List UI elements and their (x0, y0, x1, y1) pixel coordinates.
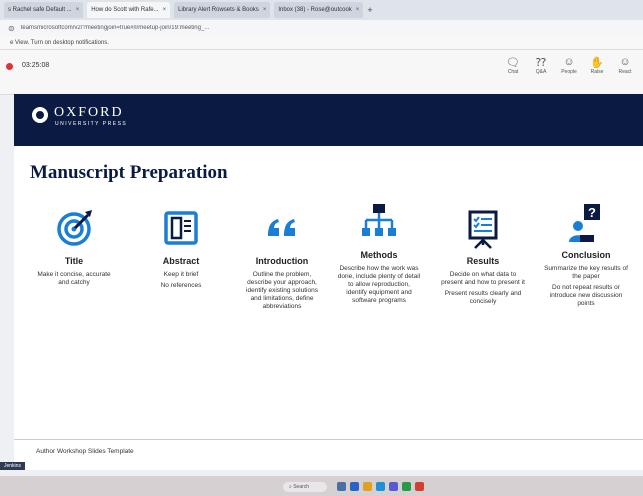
lock-icon: ⊜ (8, 23, 15, 33)
column-body-secondary: Present results clearly and concisely (444, 290, 522, 305)
tool-label: Chat (507, 69, 519, 75)
chat-button[interactable]: 🗨 Chat (499, 56, 527, 75)
tab-label: s Rachel safe Default ... (8, 7, 72, 13)
qa-icon: ⁇ (535, 57, 547, 69)
chrome-icon[interactable] (415, 482, 424, 491)
slide-header-band: OXFORD UNIVERSITY PRESS (14, 94, 643, 146)
os-taskbar: ⌕ Search (0, 476, 643, 496)
column-introduction: Introduction Outline the problem, descri… (232, 208, 332, 311)
app-icon[interactable] (402, 482, 411, 491)
react-button[interactable]: ☺ React (611, 56, 639, 75)
address-bar[interactable]: ⊜ teamsmicrosoftcom/v2/?meetingjoin=true… (0, 20, 643, 36)
column-heading: Abstract (162, 256, 200, 266)
column-conclusion: ? Conclusion Summarize the key results o… (536, 202, 636, 308)
slide-footer-divider (14, 439, 643, 440)
tab-label: Library Alert Rowsets & Books (178, 7, 259, 13)
column-methods: Methods Describe how the work was done, … (329, 202, 429, 305)
folder-icon[interactable] (363, 482, 372, 491)
column-heading: Results (466, 256, 500, 266)
browser-tab-bar: s Rachel safe Default ... × How do Scott … (0, 0, 643, 20)
tool-label: Q&A (535, 69, 547, 75)
slide-footer: Author Workshop Slides Template (36, 448, 134, 455)
people-icon: ☺ (563, 56, 575, 68)
participant-name-tag: Jenkins (0, 462, 25, 470)
column-results: Results Decide on what data to present a… (433, 208, 533, 306)
browser-tab[interactable]: s Rachel safe Default ... × (4, 2, 84, 18)
column-body: Keep it brief (163, 271, 199, 278)
chat-icon: 🗨 (506, 57, 520, 69)
column-title: Title Make it concise, accurate and catc… (24, 208, 124, 287)
presentation-icon (433, 208, 533, 252)
tab-label: Inbox (38) - Rose@outcook (278, 7, 352, 13)
column-body-secondary: Do not repeat results or introduce new d… (549, 284, 623, 307)
recording-icon (6, 63, 13, 70)
column-body: Describe how the work was done, include … (337, 265, 421, 304)
column-abstract: Abstract Keep it brief No references (131, 208, 231, 290)
logo-main-text: OXFORD (54, 105, 124, 120)
browser-tab-active[interactable]: How do Scott with Rafe... × (87, 2, 171, 18)
close-icon[interactable]: × (356, 7, 360, 13)
tool-label: React (618, 69, 632, 75)
qa-button[interactable]: ⁇ Q&A (527, 56, 555, 75)
meeting-timer: 03:25:08 (22, 62, 50, 69)
logo-sub-text: UNIVERSITY PRESS (55, 121, 128, 127)
taskbar-search-label: Search (293, 484, 310, 490)
column-body: Make it concise, accurate and catchy (37, 271, 111, 286)
svg-text:?: ? (588, 205, 596, 220)
column-body: Outline the problem, describe your appro… (246, 271, 318, 310)
target-icon (24, 208, 124, 252)
browser-tab[interactable]: Library Alert Rowsets & Books × (174, 2, 271, 18)
close-icon[interactable]: × (263, 7, 267, 13)
shared-slide: OXFORD UNIVERSITY PRESS Manuscript Prepa… (14, 94, 643, 470)
react-icon: ☺ (619, 56, 631, 68)
edge-icon[interactable] (376, 482, 385, 491)
raise-hand-icon: ✋ (590, 57, 604, 69)
close-icon[interactable]: × (163, 7, 167, 13)
column-heading: Methods (360, 250, 398, 260)
column-body: Decide on what data to present and how t… (441, 271, 525, 286)
notification-text: e View. Turn on desktop notifications. (10, 39, 109, 46)
question-person-icon: ? (536, 202, 636, 246)
taskbar-search[interactable]: ⌕ Search (283, 482, 327, 492)
app-icon[interactable] (337, 482, 346, 491)
tab-label: How do Scott with Rafe... (91, 7, 159, 13)
tool-label: People (561, 69, 577, 75)
meeting-screen: s Rachel safe Default ... × How do Scott … (0, 0, 643, 496)
quote-icon (232, 208, 332, 252)
notification-bar: e View. Turn on desktop notifications. (0, 36, 643, 50)
new-tab-icon[interactable]: + (367, 5, 372, 15)
column-heading: Title (64, 256, 84, 266)
teams-icon[interactable] (389, 482, 398, 491)
tool-label: Raise (590, 69, 604, 75)
people-button[interactable]: ☺ People (555, 56, 583, 75)
meeting-tools: 🗨 Chat ⁇ Q&A ☺ People ✋ Raise ☺ React (499, 56, 639, 75)
app-icon[interactable] (350, 482, 359, 491)
slide-title: Manuscript Preparation (30, 162, 228, 183)
book-icon (131, 208, 231, 252)
raise-hand-button[interactable]: ✋ Raise (583, 56, 611, 75)
column-heading: Conclusion (561, 250, 611, 260)
hierarchy-icon (329, 202, 429, 246)
column-body: Summarize the key results of the paper (544, 265, 628, 280)
oxford-logo-icon (32, 107, 48, 123)
url-text: teamsmicrosoftcom/v2/?meetingjoin=true#/… (20, 25, 210, 31)
column-body-secondary: No references (160, 282, 202, 289)
meeting-toolbar: 03:25:08 🗨 Chat ⁇ Q&A ☺ People ✋ Raise ☺ Reac… (0, 50, 643, 95)
browser-tab[interactable]: Inbox (38) - Rose@outcook × (274, 2, 364, 18)
column-heading: Introduction (255, 256, 309, 266)
close-icon[interactable]: × (76, 7, 80, 13)
